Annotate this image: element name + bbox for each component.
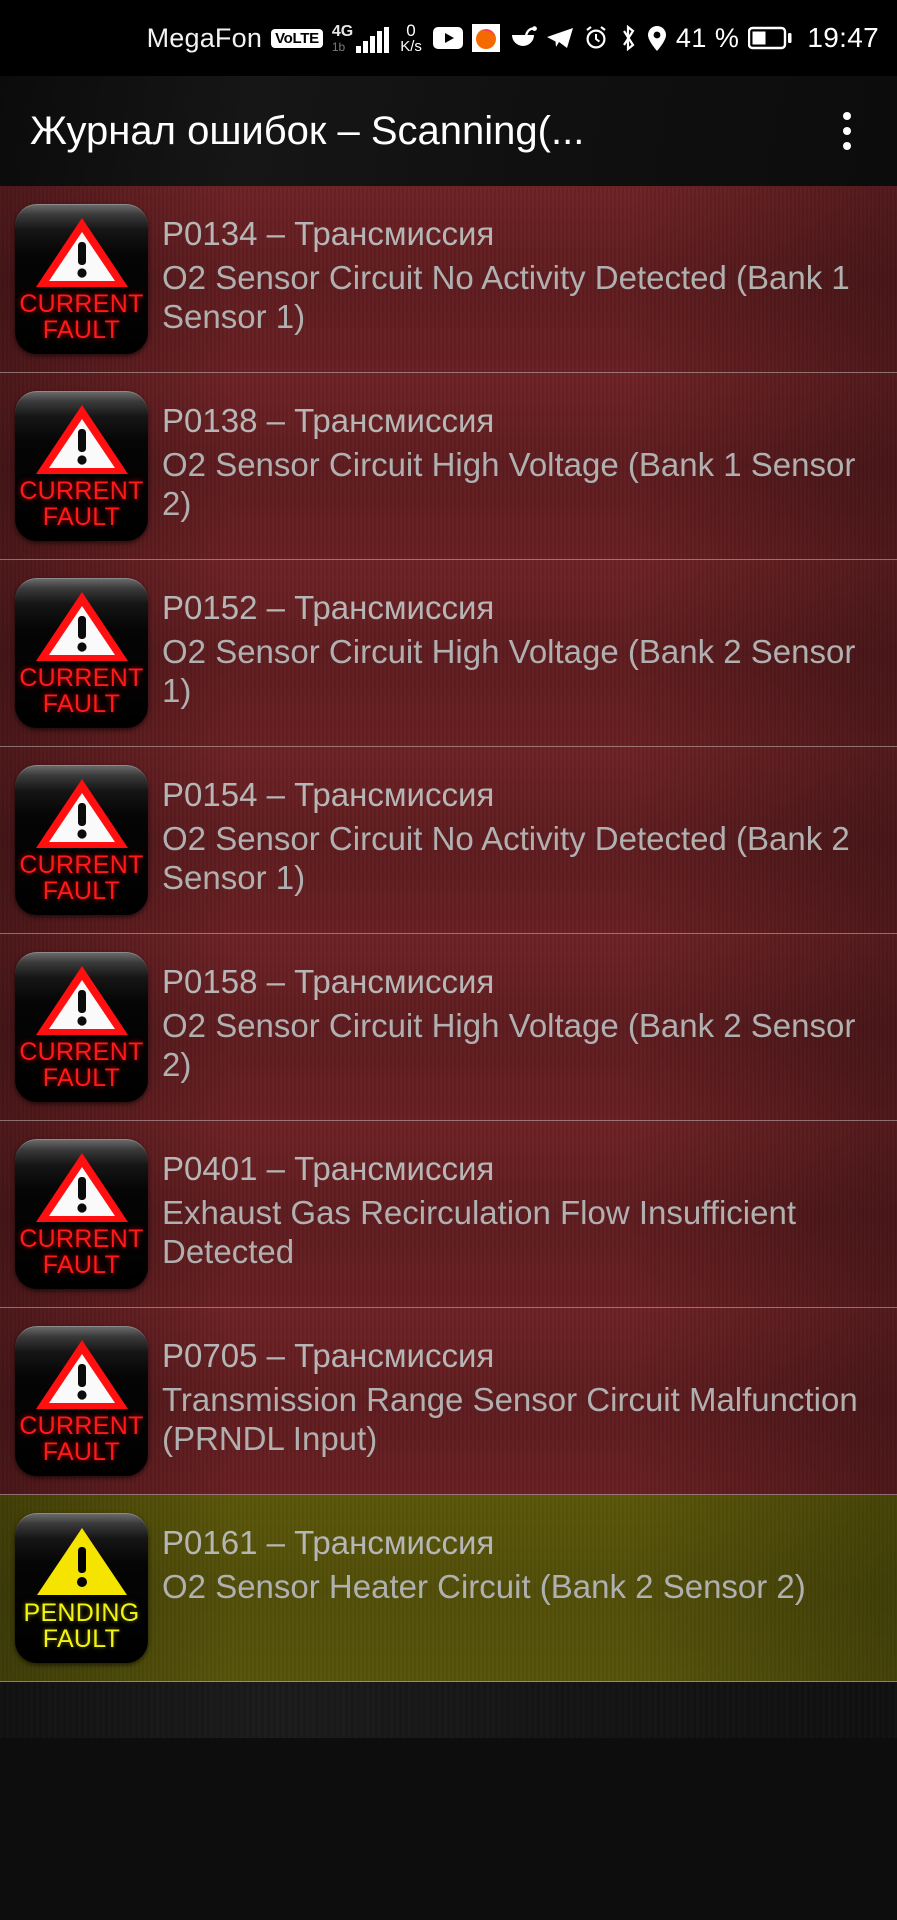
fault-text-block: P0705 – Трансмиссия Transmission Range Se… xyxy=(148,1326,887,1458)
overflow-dot xyxy=(843,112,851,120)
fault-status-caption: CURRENT FAULT xyxy=(19,664,144,718)
fault-status-badge: CURRENT FAULT xyxy=(15,765,148,915)
fault-status-badge: CURRENT FAULT xyxy=(15,1326,148,1476)
fault-description: O2 Sensor Circuit High Voltage (Bank 2 S… xyxy=(162,1007,856,1083)
fault-status-caption: PENDING FAULT xyxy=(23,1599,140,1653)
fault-status-line2: FAULT xyxy=(42,1624,121,1653)
fault-text-block: P0161 – Трансмиссия O2 Sensor Heater Circ… xyxy=(148,1513,887,1607)
fault-status-caption: CURRENT FAULT xyxy=(19,290,144,344)
warning-triangle-icon xyxy=(35,1340,128,1409)
fault-status-line2: FAULT xyxy=(42,315,121,344)
fault-status-badge: CURRENT FAULT xyxy=(15,1139,148,1289)
page-title: Журнал ошибок – Scanning(... xyxy=(30,108,585,153)
fault-status-badge: CURRENT FAULT xyxy=(15,204,148,354)
network-type-label: 4G 1b xyxy=(331,22,354,54)
fault-status-badge: PENDING FAULT xyxy=(15,1513,148,1663)
fault-row[interactable]: CURRENT FAULT P0134 – Трансмиссия O2 Sensor… xyxy=(0,186,897,373)
fault-text-block: P0138 – Трансмиссия O2 Sensor Circuit Hig… xyxy=(148,391,887,523)
overflow-dot xyxy=(843,142,851,150)
fault-status-line1: PENDING xyxy=(23,1599,140,1627)
fault-row[interactable]: CURRENT FAULT P0705 – Трансмиссия Transmiss… xyxy=(0,1308,897,1495)
overflow-dot xyxy=(843,127,851,135)
fault-row[interactable]: PENDING FAULT P0161 – Трансмиссия O2 Sensor… xyxy=(0,1495,897,1682)
fault-status-line1: CURRENT xyxy=(19,1412,144,1440)
fault-code-label: P0152 – Трансмиссия xyxy=(162,589,495,626)
volte-icon: VoLTE xyxy=(271,28,323,48)
overflow-menu-button[interactable] xyxy=(819,96,875,166)
fault-status-line1: CURRENT xyxy=(19,1225,144,1253)
fault-status-line1: CURRENT xyxy=(19,290,144,318)
warning-triangle-icon xyxy=(35,779,128,848)
network-signal-group: 4G 1b xyxy=(331,22,390,54)
warning-triangle-icon xyxy=(36,1528,127,1595)
fault-row[interactable]: CURRENT FAULT P0401 – Трансмиссия Exhaust G… xyxy=(0,1121,897,1308)
telegram-icon xyxy=(546,26,574,50)
location-icon xyxy=(647,25,667,52)
data-speed-indicator: 0 K/s xyxy=(400,20,422,56)
fault-code-label: P0161 – Трансмиссия xyxy=(162,1524,495,1561)
fault-status-caption: CURRENT FAULT xyxy=(19,1038,144,1092)
fault-description: O2 Sensor Circuit High Voltage (Bank 2 S… xyxy=(162,633,856,709)
fault-status-line2: FAULT xyxy=(42,1437,121,1466)
fault-status-line2: FAULT xyxy=(42,502,121,531)
fault-status-line2: FAULT xyxy=(42,876,121,905)
fault-code-label: P0154 – Трансмиссия xyxy=(162,776,495,813)
fault-status-line1: CURRENT xyxy=(19,851,144,879)
fault-description: O2 Sensor Circuit No Activity Detected (… xyxy=(162,820,850,896)
drink-app-icon xyxy=(509,26,537,50)
fault-status-line2: FAULT xyxy=(42,689,121,718)
alarm-icon xyxy=(583,25,609,51)
battery-percent-label: 41 % xyxy=(675,22,740,53)
orange-app-icon xyxy=(471,24,500,52)
warning-triangle-icon xyxy=(35,218,128,287)
fault-text-block: P0158 – Трансмиссия O2 Sensor Circuit Hig… xyxy=(148,952,887,1084)
fault-status-badge: CURRENT FAULT xyxy=(15,952,148,1102)
fault-row[interactable]: CURRENT FAULT P0158 – Трансмиссия O2 Sensor… xyxy=(0,934,897,1121)
fault-description: O2 Sensor Circuit High Voltage (Bank 1 S… xyxy=(162,446,856,522)
fault-status-line2: FAULT xyxy=(42,1250,121,1279)
fault-description: O2 Sensor Heater Circuit (Bank 2 Sensor … xyxy=(162,1568,806,1606)
fault-status-caption: CURRENT FAULT xyxy=(19,477,144,531)
fault-row[interactable]: CURRENT FAULT P0152 – Трансмиссия O2 Sensor… xyxy=(0,560,897,747)
fault-status-caption: CURRENT FAULT xyxy=(19,851,144,905)
fault-description: O2 Sensor Circuit No Activity Detected (… xyxy=(162,259,850,335)
fault-code-label: P0134 – Трансмиссия xyxy=(162,215,495,252)
fault-status-line1: CURRENT xyxy=(19,477,144,505)
fault-status-line1: CURRENT xyxy=(19,664,144,692)
warning-triangle-icon xyxy=(35,966,128,1035)
fault-description: Exhaust Gas Recirculation Flow Insuffici… xyxy=(162,1194,797,1270)
clock-label: 19:47 xyxy=(807,22,879,53)
fault-row[interactable]: CURRENT FAULT P0138 – Трансмиссия O2 Sensor… xyxy=(0,373,897,560)
fault-row[interactable]: CURRENT FAULT P0154 – Трансмиссия O2 Sensor… xyxy=(0,747,897,934)
fault-status-caption: CURRENT FAULT xyxy=(19,1225,144,1279)
battery-icon xyxy=(748,26,792,50)
status-bar: MegaFon VoLTE 4G 1b 0 K/s 41 % 19:47 xyxy=(0,0,897,76)
fault-text-block: P0152 – Трансмиссия O2 Sensor Circuit Hig… xyxy=(148,578,887,710)
fault-text-block: P0134 – Трансмиссия O2 Sensor Circuit No … xyxy=(148,204,887,336)
app-bar: Журнал ошибок – Scanning(... xyxy=(0,76,897,186)
phone-screen: MegaFon VoLTE 4G 1b 0 K/s 41 % 19:47 Жур… xyxy=(0,0,897,1920)
fault-code-label: P0705 – Трансмиссия xyxy=(162,1337,495,1374)
bluetooth-icon xyxy=(618,24,638,52)
carrier-label: MegaFon xyxy=(146,22,263,53)
fault-status-line1: CURRENT xyxy=(19,1038,144,1066)
fault-status-caption: CURRENT FAULT xyxy=(19,1412,144,1466)
fault-status-badge: CURRENT FAULT xyxy=(15,391,148,541)
fault-code-label: P0158 – Трансмиссия xyxy=(162,963,495,1000)
list-background-filler xyxy=(0,1682,897,1738)
signal-bars-icon xyxy=(356,26,390,53)
fault-status-line2: FAULT xyxy=(42,1063,121,1092)
warning-triangle-icon xyxy=(35,405,128,474)
fault-log-list[interactable]: CURRENT FAULT P0134 – Трансмиссия O2 Sensor… xyxy=(0,186,897,1682)
fault-status-badge: CURRENT FAULT xyxy=(15,578,148,728)
fault-code-label: P0138 – Трансмиссия xyxy=(162,402,495,439)
warning-triangle-icon xyxy=(35,592,128,661)
fault-text-block: P0401 – Трансмиссия Exhaust Gas Recircula… xyxy=(148,1139,887,1271)
fault-text-block: P0154 – Трансмиссия O2 Sensor Circuit No … xyxy=(148,765,887,897)
fault-code-label: P0401 – Трансмиссия xyxy=(162,1150,495,1187)
fault-description: Transmission Range Sensor Circuit Malfun… xyxy=(162,1381,858,1457)
youtube-icon xyxy=(432,27,463,49)
warning-triangle-icon xyxy=(35,1153,128,1222)
